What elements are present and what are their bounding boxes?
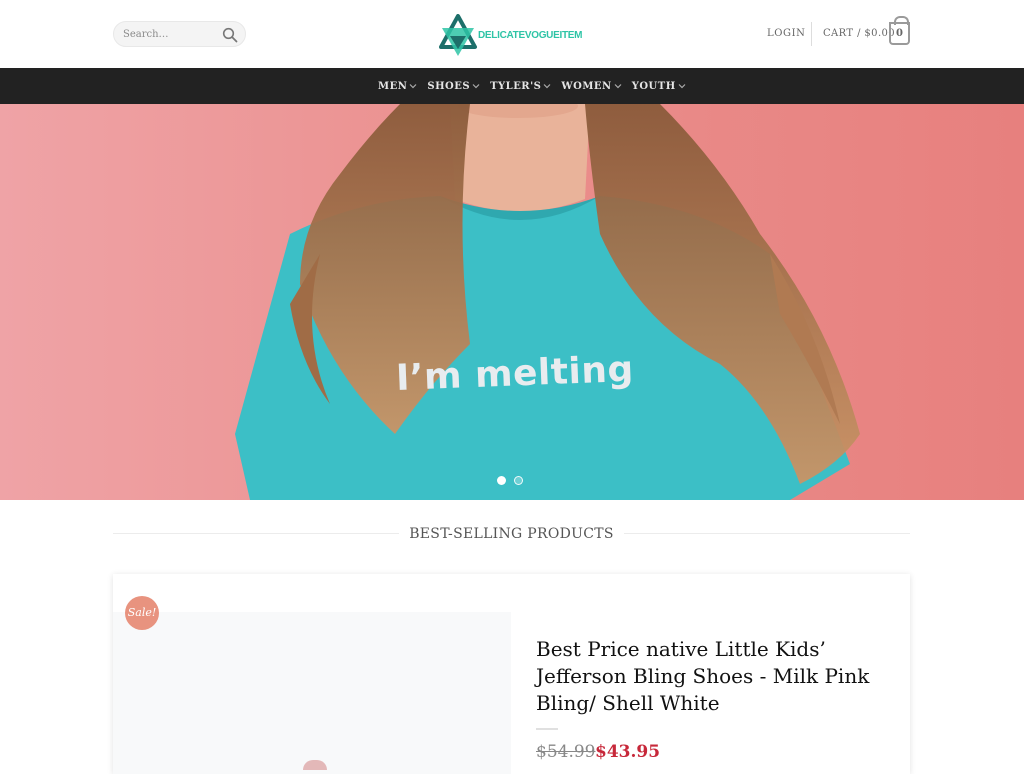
title-divider	[536, 728, 558, 730]
nav-item-youth[interactable]: YOUTH	[632, 81, 686, 92]
cart-count-icon[interactable]: 0	[889, 16, 910, 45]
slider-dots	[497, 476, 523, 485]
main-nav: MEN SHOES TYLER'S WOMEN YOUTH	[0, 68, 1024, 104]
hero-image	[0, 104, 1024, 500]
nav-item-shoes[interactable]: SHOES	[427, 81, 480, 92]
search-box[interactable]	[113, 21, 246, 47]
nav-item-label: TYLER'S	[490, 80, 542, 92]
product-title[interactable]: Best Price native Little Kids’ Jefferson…	[536, 636, 886, 717]
search-icon[interactable]	[222, 27, 238, 43]
chevron-down-icon	[678, 84, 686, 89]
sale-badge: Sale!	[125, 596, 159, 630]
shoe-image-fragment	[303, 760, 327, 770]
search-input[interactable]	[123, 26, 218, 43]
nav-item-label: MEN	[378, 80, 408, 92]
chevron-down-icon	[409, 84, 417, 89]
chevron-down-icon	[472, 84, 480, 89]
nav-item-men[interactable]: MEN	[378, 81, 417, 92]
site-logo[interactable]: DELICATEVOGUEITEM	[438, 14, 588, 58]
slider-dot-1[interactable]	[497, 476, 506, 485]
nav-item-women[interactable]: WOMEN	[561, 80, 622, 92]
sale-price: $43.95	[595, 742, 661, 762]
chevron-down-icon	[543, 84, 551, 89]
section-title: BEST-SELLING PRODUCTS	[409, 526, 614, 542]
nav-item-label: YOUTH	[631, 80, 676, 92]
product-card[interactable]: Sale! Best Price native Little Kids’ Jef…	[113, 574, 910, 774]
product-image[interactable]	[113, 612, 511, 774]
nav-item-label: SHOES	[427, 80, 471, 92]
original-price: $54.99	[536, 742, 596, 762]
header-divider	[811, 22, 812, 46]
hero-slider[interactable]: I’m melting	[0, 104, 1024, 500]
section-header: BEST-SELLING PRODUCTS	[113, 522, 910, 546]
nav-item-tylers[interactable]: TYLER'S	[490, 81, 551, 92]
section-divider-right	[624, 533, 910, 534]
logo-text: DELICATEVOGUEITEM	[478, 30, 583, 41]
nav-item-label: WOMEN	[561, 80, 612, 92]
cart-link[interactable]: CART / $0.00	[823, 28, 895, 39]
logo-mark-icon	[439, 14, 477, 56]
login-link[interactable]: LOGIN	[767, 28, 806, 39]
site-header: DELICATEVOGUEITEM LOGIN CART / $0.00 0	[0, 0, 1024, 68]
chevron-down-icon	[614, 84, 622, 89]
slider-dot-2[interactable]	[514, 476, 523, 485]
